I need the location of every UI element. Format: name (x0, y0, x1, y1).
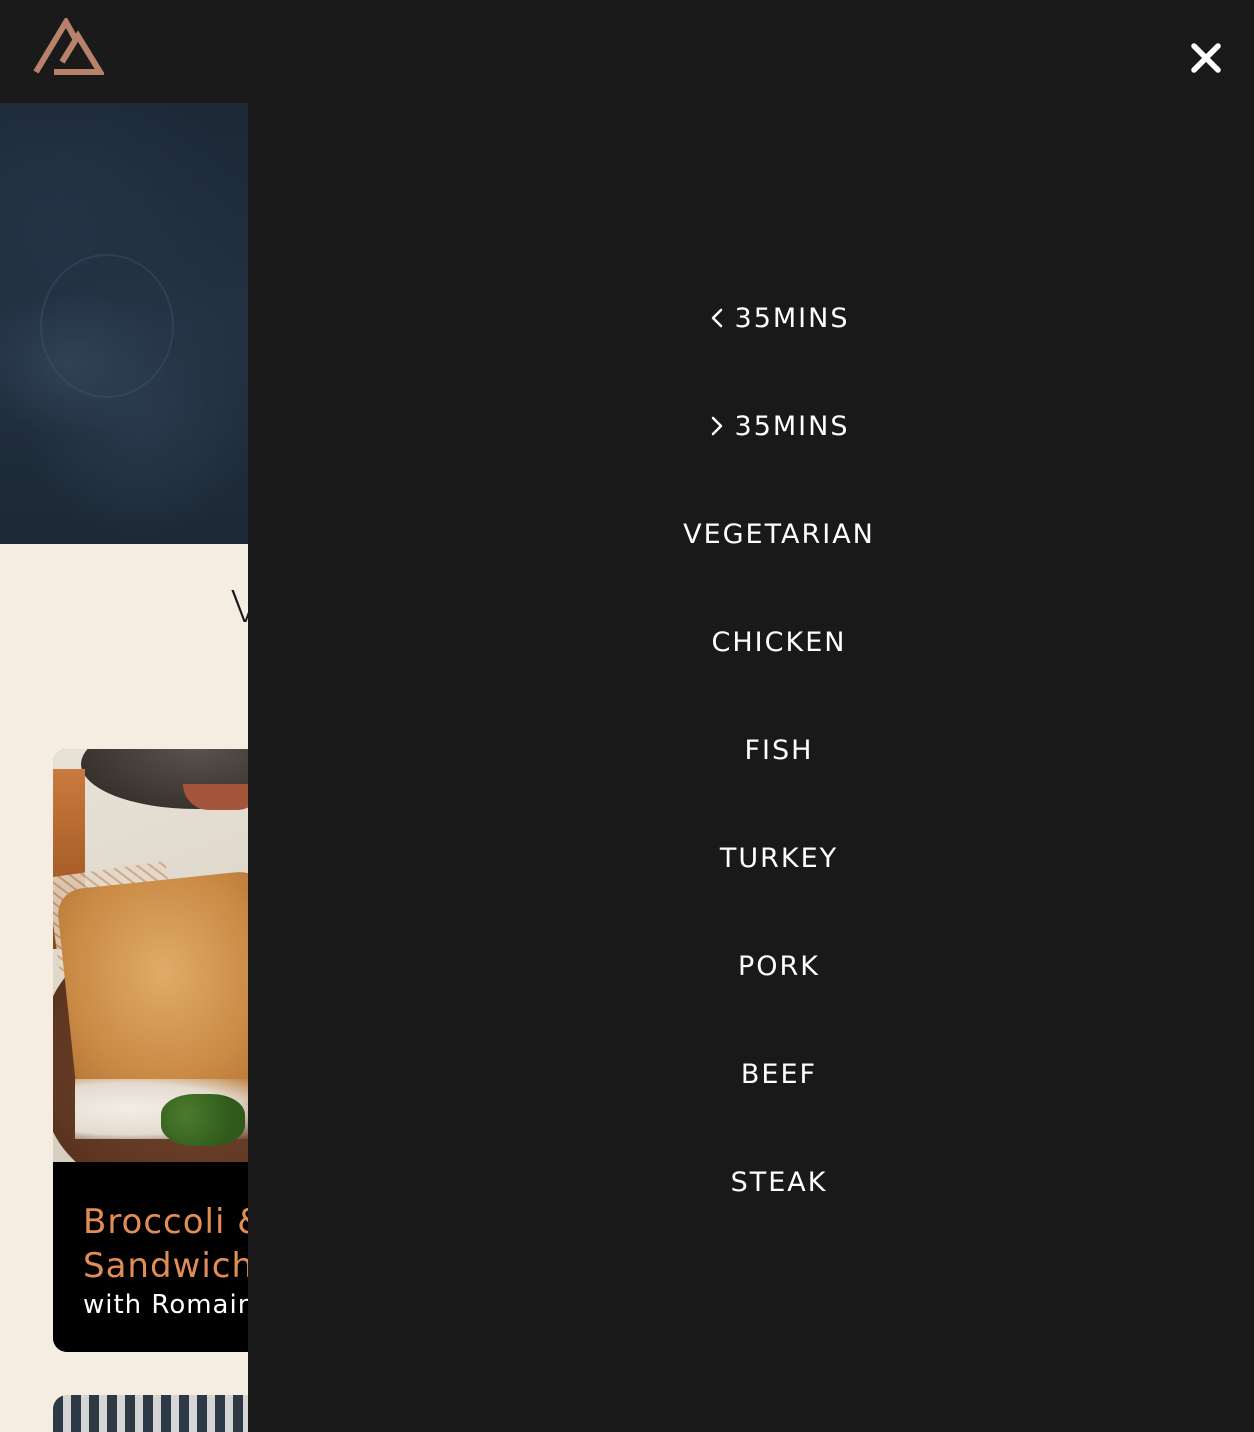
menu-item-turkey[interactable]: TURKEY (248, 804, 1254, 912)
menu-item-label: BEEF (740, 1058, 818, 1090)
logo-icon (33, 16, 106, 75)
close-icon (1191, 43, 1221, 73)
menu-list: 35MINS 35MINS VEGETARIAN CHICKEN FISH TU… (248, 264, 1254, 1236)
close-button[interactable] (1186, 38, 1226, 78)
menu-item-label: TURKEY (719, 842, 839, 874)
menu-item-label: 35MINS (734, 410, 850, 442)
menu-item-beef[interactable]: BEEF (248, 1020, 1254, 1128)
menu-item-steak[interactable]: STEAK (248, 1128, 1254, 1236)
photo-broccoli (161, 1094, 245, 1146)
menu-item-label: CHICKEN (711, 626, 847, 658)
menu-item-fish[interactable]: FISH (248, 696, 1254, 804)
menu-item-label: VEGETARIAN (683, 518, 875, 550)
chevron-left-icon (711, 308, 722, 328)
menu-item-under-35mins[interactable]: 35MINS (248, 264, 1254, 372)
menu-item-pork[interactable]: PORK (248, 912, 1254, 1020)
filter-menu-panel: 35MINS 35MINS VEGETARIAN CHICKEN FISH TU… (248, 0, 1254, 1432)
menu-item-label: STEAK (730, 1166, 828, 1198)
menu-item-over-35mins[interactable]: 35MINS (248, 372, 1254, 480)
menu-item-label: FISH (744, 734, 814, 766)
recipe-subtitle: with Romain (83, 1290, 256, 1320)
chevron-right-icon (711, 416, 722, 436)
page: V Broccoli & Sandwich with Romain 35MINS… (0, 0, 1254, 1432)
menu-item-label: PORK (738, 950, 820, 982)
menu-item-vegetarian[interactable]: VEGETARIAN (248, 480, 1254, 588)
menu-item-label: 35MINS (734, 302, 850, 334)
brand-logo[interactable] (32, 16, 106, 76)
hero-decoration (40, 254, 174, 398)
menu-item-chicken[interactable]: CHICKEN (248, 588, 1254, 696)
